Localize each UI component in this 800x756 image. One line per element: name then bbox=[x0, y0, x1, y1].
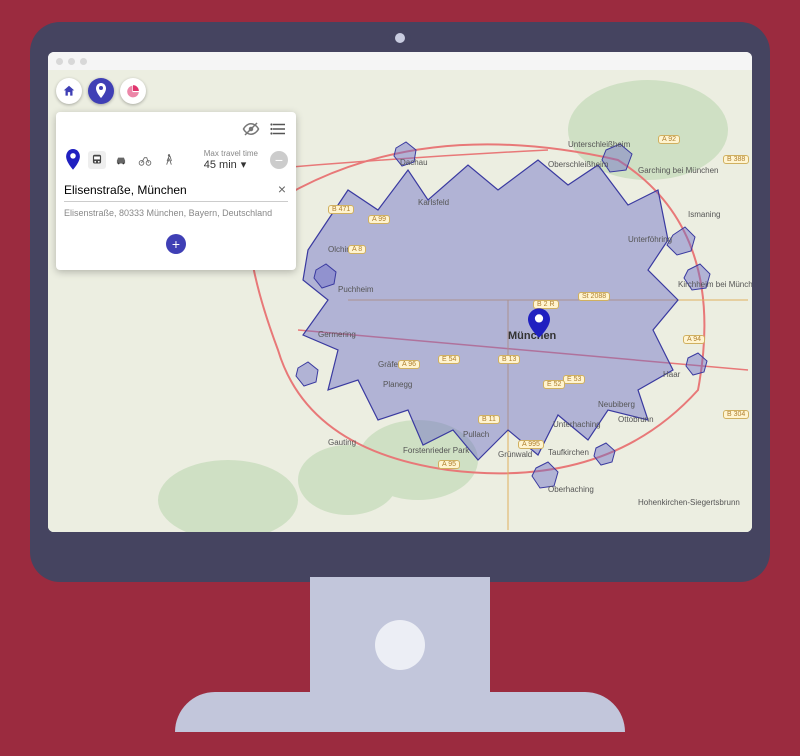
place-label: Puchheim bbox=[338, 285, 374, 294]
window-dot bbox=[56, 58, 63, 65]
place-label: Unterhaching bbox=[553, 420, 601, 429]
mode-bike[interactable] bbox=[136, 151, 154, 169]
search-suggestion[interactable]: Elisenstraße, 80333 München, Bayern, Deu… bbox=[64, 206, 288, 226]
place-label: Hohenkirchen-Siegertsbrunn bbox=[638, 498, 740, 507]
road-badge: A 96 bbox=[398, 360, 420, 369]
place-label: Planegg bbox=[383, 380, 412, 389]
travel-time-select[interactable]: Max travel time 45 min ▾ bbox=[204, 149, 258, 171]
road-badge: St 2088 bbox=[578, 292, 610, 301]
home-button[interactable] bbox=[56, 78, 82, 104]
mode-train[interactable] bbox=[88, 151, 106, 169]
road-badge: A 94 bbox=[683, 335, 705, 344]
place-label: Oberschleißheim bbox=[548, 160, 608, 169]
place-label: Neubiberg bbox=[598, 400, 635, 409]
window-dot bbox=[80, 58, 87, 65]
place-label: Pullach bbox=[463, 430, 489, 439]
place-label: Unterföhring bbox=[628, 235, 672, 244]
car-icon bbox=[114, 153, 128, 167]
place-label: Dachau bbox=[400, 158, 428, 167]
road-badge: E 53 bbox=[563, 375, 585, 384]
clear-input-button[interactable]: × bbox=[278, 181, 286, 197]
camera-icon bbox=[389, 27, 411, 49]
road-badge: A 92 bbox=[658, 135, 680, 144]
travel-time-value: 45 min bbox=[204, 159, 237, 171]
search-panel: Max travel time 45 min ▾ − × Elisenstraße… bbox=[56, 112, 296, 270]
travel-time-label: Max travel time bbox=[204, 149, 258, 158]
monitor-home-button bbox=[375, 620, 425, 670]
monitor-bezel: München DachauOberschleißheimUnterschlei… bbox=[30, 22, 770, 582]
walk-icon bbox=[162, 153, 176, 167]
road-badge: B 388 bbox=[723, 155, 749, 164]
pin-icon bbox=[94, 83, 108, 99]
top-nav bbox=[56, 78, 146, 104]
mode-car[interactable] bbox=[112, 151, 130, 169]
place-label: Gauting bbox=[328, 438, 356, 447]
monitor-base bbox=[175, 692, 625, 732]
place-label: Garching bei München bbox=[638, 166, 719, 175]
road-badge: E 52 bbox=[543, 380, 565, 389]
remove-origin-button[interactable]: − bbox=[270, 151, 288, 169]
location-button[interactable] bbox=[88, 78, 114, 104]
road-badge: A 99 bbox=[368, 215, 390, 224]
search-field-row: × bbox=[64, 179, 288, 202]
road-badge: B 304 bbox=[723, 410, 749, 419]
controls-row: Max travel time 45 min ▾ − bbox=[64, 149, 288, 171]
app-content: München DachauOberschleißheimUnterschlei… bbox=[48, 70, 752, 532]
place-label: Oberhaching bbox=[548, 485, 594, 494]
origin-pin-icon bbox=[64, 149, 82, 171]
piechart-icon bbox=[126, 84, 140, 98]
bike-icon bbox=[138, 153, 152, 167]
screen: München DachauOberschleißheimUnterschlei… bbox=[48, 52, 752, 532]
visibility-off-icon[interactable] bbox=[242, 120, 260, 143]
road-badge: B 471 bbox=[328, 205, 354, 214]
road-badge: A 8 bbox=[348, 245, 366, 254]
search-input[interactable] bbox=[64, 183, 268, 197]
window-dot bbox=[68, 58, 75, 65]
place-label: Ismaning bbox=[688, 210, 720, 219]
road-badge: B 13 bbox=[498, 355, 520, 364]
add-origin-button[interactable]: + bbox=[166, 234, 186, 254]
place-label: Germering bbox=[318, 330, 356, 339]
place-label: Karlsfeld bbox=[418, 198, 449, 207]
home-icon bbox=[62, 84, 76, 98]
place-label: Kirchheim bei München bbox=[678, 280, 752, 289]
place-label: Forstenrieder Park bbox=[403, 446, 469, 455]
place-label: Unterschleißheim bbox=[568, 140, 630, 149]
place-label: Taufkirchen bbox=[548, 448, 589, 457]
monitor-frame: München DachauOberschleißheimUnterschlei… bbox=[30, 22, 770, 734]
road-badge: E 54 bbox=[438, 355, 460, 364]
chart-button[interactable] bbox=[120, 78, 146, 104]
place-label: Ottobrunn bbox=[618, 415, 654, 424]
train-icon bbox=[90, 153, 104, 167]
road-badge: A 995 bbox=[518, 440, 544, 449]
place-label: Grünwald bbox=[498, 450, 532, 459]
place-label: Haar bbox=[663, 370, 680, 379]
chevron-down-icon: ▾ bbox=[241, 158, 247, 171]
road-badge: A 95 bbox=[438, 460, 460, 469]
mode-walk[interactable] bbox=[160, 151, 178, 169]
list-icon[interactable] bbox=[270, 120, 288, 143]
map-marker-icon[interactable] bbox=[528, 308, 550, 343]
window-titlebar bbox=[48, 52, 752, 70]
road-badge: B 11 bbox=[478, 415, 500, 424]
